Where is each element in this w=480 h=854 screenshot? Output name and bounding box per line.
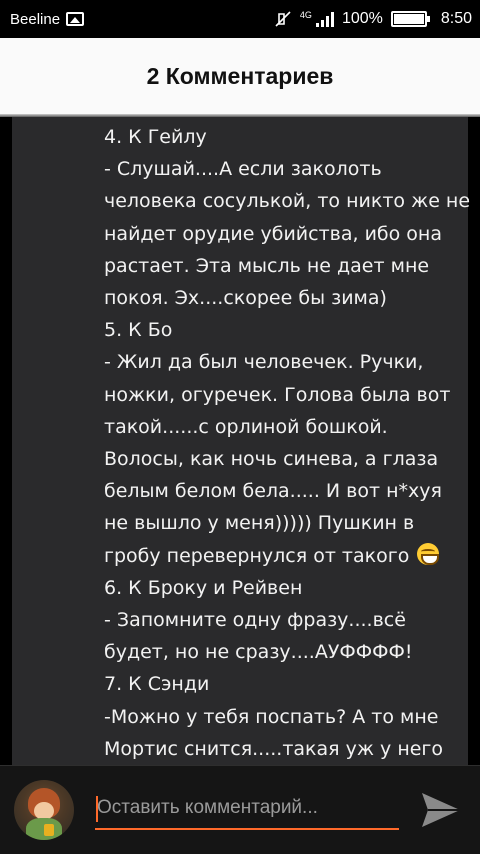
mute-icon <box>275 11 291 27</box>
comment-input[interactable] <box>95 788 399 828</box>
comment-line: 7. К Сэнди <box>104 673 210 696</box>
carrier-name: Beeline <box>10 10 61 28</box>
comment-line: не вышло у меня))))) Пушкин в <box>104 512 415 535</box>
comment-scroll-area[interactable]: 4. К Гейлу - Слушай....А если заколоть ч… <box>0 117 480 765</box>
send-icon <box>422 793 460 827</box>
comment-line: найдет орудие убийства, ибо она <box>104 222 443 245</box>
comment-line: - Запомните одну фразу....всё <box>104 609 406 632</box>
comment-line: ножки, огуречек. Голова была вот <box>104 383 451 406</box>
comment-line: 4. К Гейлу <box>104 126 207 148</box>
comment-input-wrapper <box>95 788 399 832</box>
grinning-face-icon <box>417 542 440 565</box>
picture-icon <box>66 12 85 26</box>
comment-line: 6. К Броку и Рейвен <box>104 576 303 599</box>
comment-line: Мортис снится.....такая уж у него <box>104 737 444 760</box>
status-indicators: 4G 100% 8:50 <box>274 10 472 28</box>
comment-line: будет, но не сразу....АУФФФФ! <box>104 641 413 664</box>
signal-icon <box>315 11 334 27</box>
comment-body: 4. К Гейлу - Слушай....А если заколоть ч… <box>104 121 471 765</box>
network-type: 4G <box>299 10 312 20</box>
comment-line: - Слушай....А если заколоть <box>104 158 382 181</box>
comment-line: Волосы, как ночь синева, а глаза <box>104 448 439 471</box>
comment-line: белым белом бела..... И вот н*хуя <box>104 480 442 503</box>
comment-line: 5. К Бо <box>104 319 173 342</box>
comment-line: такой......с орлиной бошкой. <box>104 415 388 438</box>
app-header: 2 Комментариев <box>0 38 480 114</box>
comment-composer <box>0 765 480 854</box>
battery-icon <box>390 11 430 27</box>
user-avatar[interactable] <box>14 780 74 840</box>
comment-line-text: гробу перевернулся от такого <box>104 544 410 567</box>
comment-line: человека сосулькой, то никто же не <box>104 190 471 213</box>
comment-line: растает. Эта мысль не дает мне <box>104 254 430 277</box>
page-title: 2 Комментариев <box>146 62 334 89</box>
clock: 8:50 <box>440 10 472 27</box>
send-button[interactable] <box>418 788 464 832</box>
comment-line: -Можно у тебя поспать? А то мне <box>104 705 439 728</box>
comment-line: покоя. Эх....скорее бы зима) <box>104 287 387 310</box>
battery-percent: 100% <box>341 10 383 27</box>
input-underline <box>95 828 399 830</box>
status-bar: Beeline 4G 100% 8:50 <box>0 0 480 38</box>
text-cursor <box>96 796 98 822</box>
comment-line-with-emoji: гробу перевернулся от такого <box>104 540 466 572</box>
avatar-mug <box>44 824 54 836</box>
comment-line: - Жил да был человечек. Ручки, <box>104 351 424 374</box>
